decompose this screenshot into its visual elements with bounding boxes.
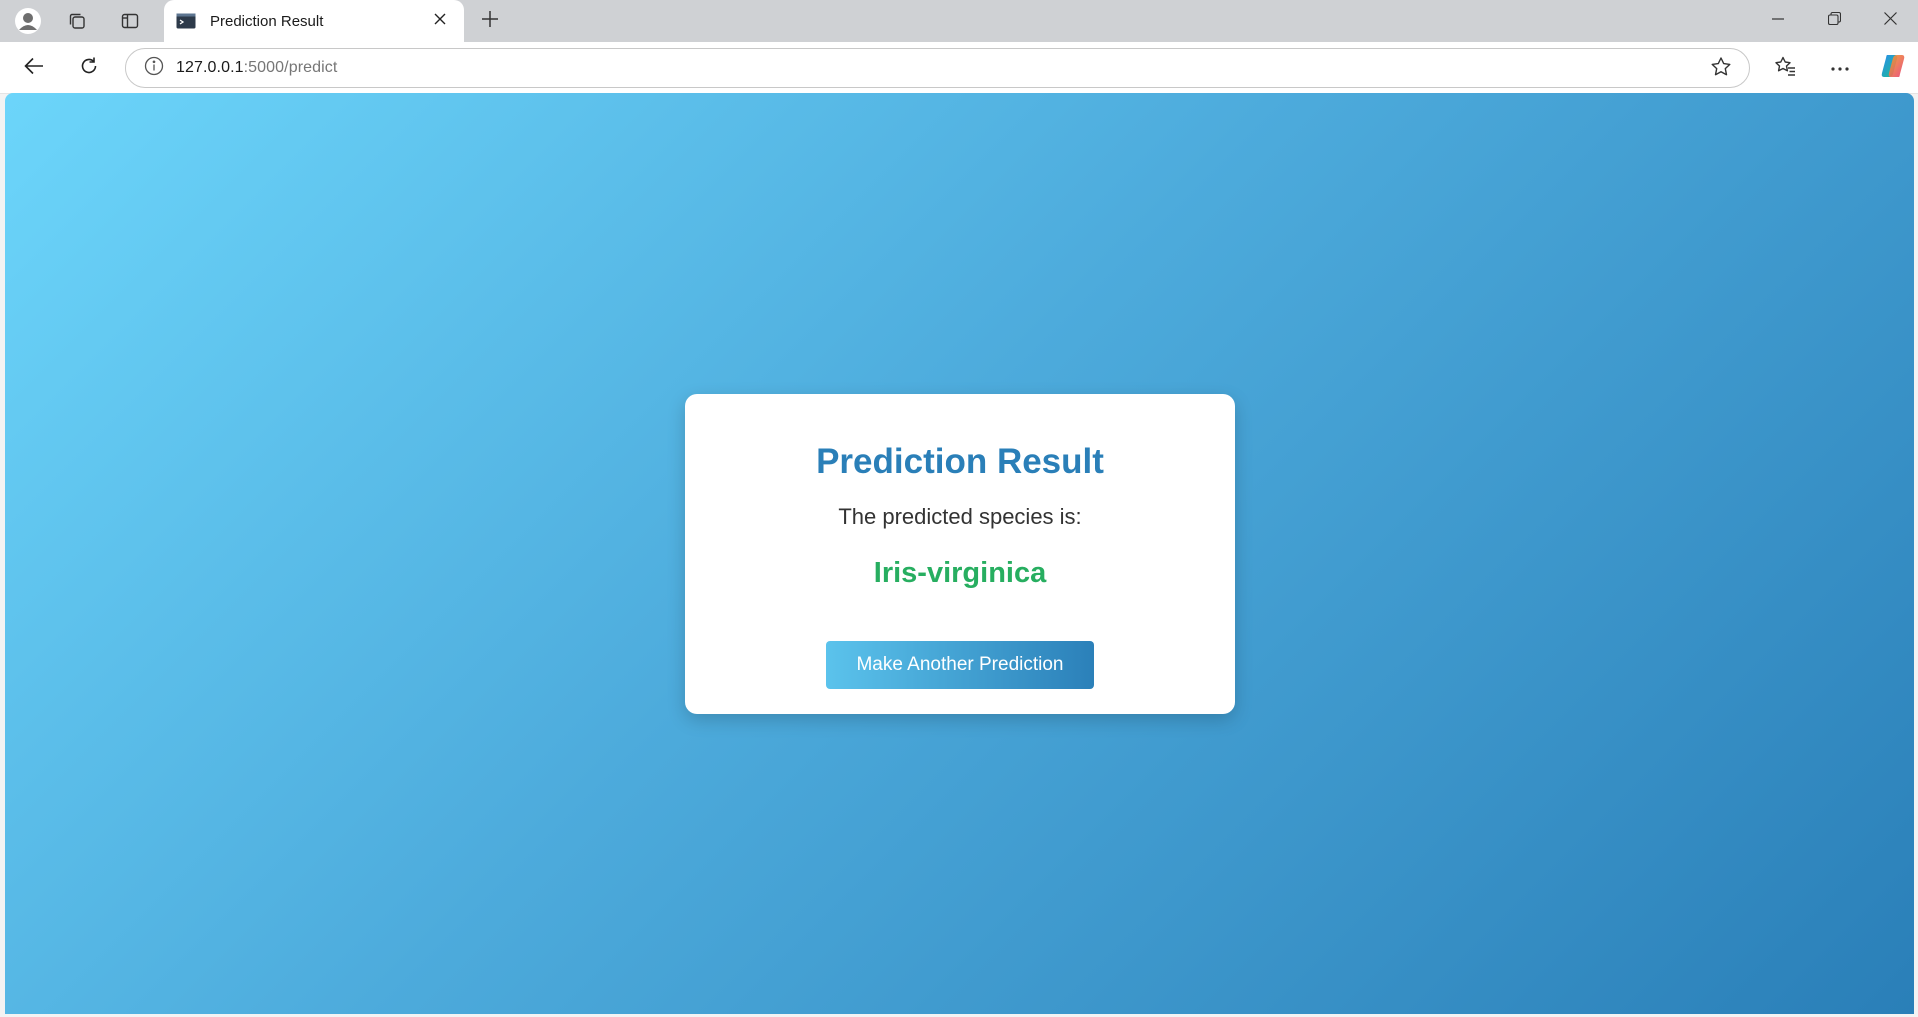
result-card: Prediction Result The predicted species … [685, 394, 1235, 714]
close-icon [434, 12, 446, 30]
more-icon [1830, 59, 1850, 77]
favorites-button[interactable] [1765, 50, 1805, 86]
close-window-icon [1883, 12, 1897, 30]
workspaces-icon [67, 11, 87, 31]
workspaces-button[interactable] [55, 5, 99, 37]
star-icon [1710, 56, 1732, 83]
tab-title: Prediction Result [210, 12, 324, 30]
result-label: The predicted species is: [838, 504, 1082, 529]
tab-strip: Prediction Result [0, 0, 1918, 42]
profile-icon [14, 7, 42, 35]
browser-toolbar: 127.0.0.1:5000/predict [0, 42, 1918, 94]
minimize-button[interactable] [1750, 0, 1806, 42]
restore-button[interactable] [1806, 0, 1862, 42]
minimize-icon [1772, 12, 1784, 30]
make-another-prediction-button[interactable]: Make Another Prediction [826, 641, 1094, 689]
refresh-button[interactable] [69, 50, 109, 86]
url-text[interactable]: 127.0.0.1:5000/predict [176, 59, 337, 77]
browser-window: Prediction Result 127.0.0.1:5000/predict… [0, 0, 1918, 1017]
info-icon [144, 56, 164, 81]
plus-icon [481, 10, 499, 33]
add-favorite-button[interactable] [1709, 56, 1733, 83]
terminal-favicon-icon [176, 13, 196, 29]
close-tab-button[interactable] [428, 9, 452, 33]
address-bar[interactable]: 127.0.0.1:5000/predict [125, 48, 1750, 88]
vertical-tabs-button[interactable] [108, 5, 152, 37]
copilot-icon [1879, 52, 1907, 85]
close-window-button[interactable] [1862, 0, 1918, 42]
url-path: :5000/predict [243, 59, 338, 76]
predicted-species: Iris-virginica [873, 557, 1047, 589]
more-button[interactable] [1820, 50, 1860, 86]
url-host: 127.0.0.1 [176, 59, 244, 76]
profile-button[interactable] [6, 5, 50, 37]
new-tab-button[interactable] [470, 5, 510, 37]
page-title: Prediction Result [816, 442, 1104, 481]
back-button[interactable] [14, 50, 54, 86]
page-viewport: Prediction Result The predicted species … [5, 93, 1914, 1014]
back-arrow-icon [24, 57, 44, 80]
tab-prediction-result[interactable]: Prediction Result [164, 0, 464, 42]
vertical-tabs-icon [120, 11, 140, 31]
refresh-icon [79, 56, 99, 81]
favorites-icon [1774, 55, 1796, 82]
restore-icon [1827, 11, 1841, 30]
site-info-button[interactable] [132, 56, 176, 81]
copilot-button[interactable] [1873, 50, 1913, 86]
